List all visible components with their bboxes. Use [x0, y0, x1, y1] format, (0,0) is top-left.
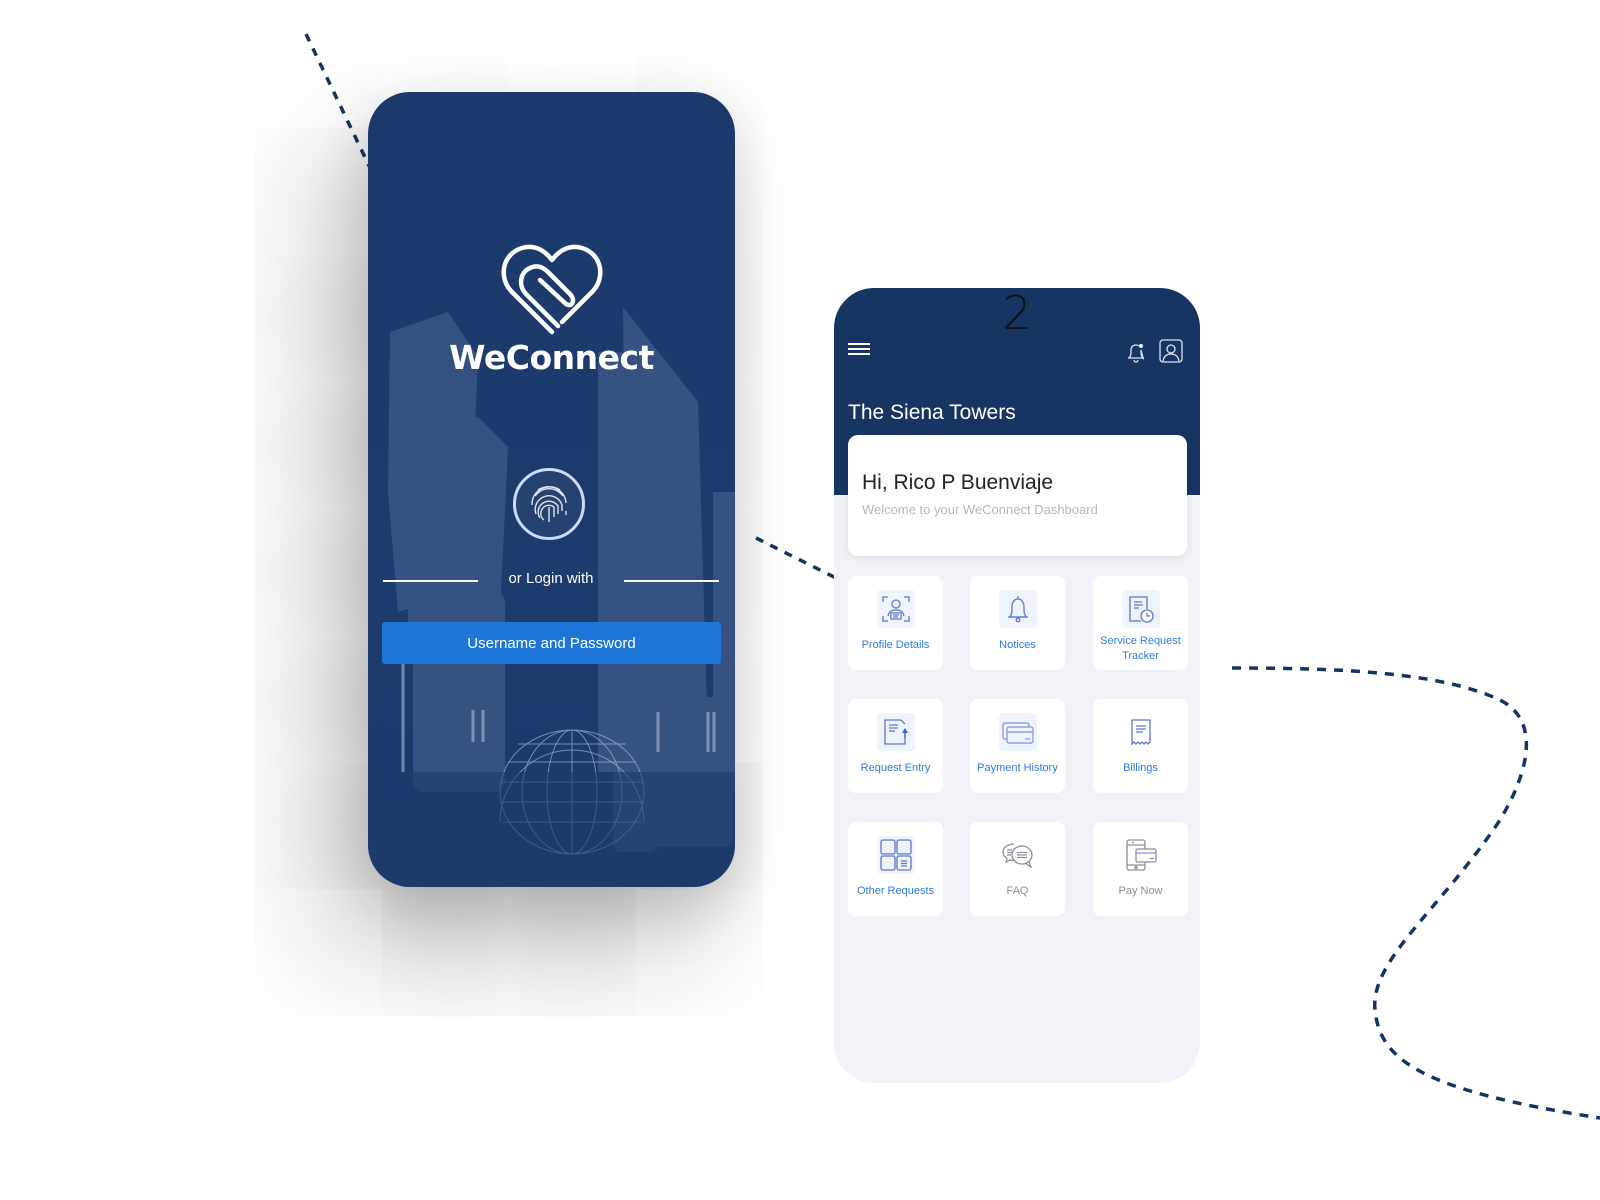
brand-name: WeConnect [449, 338, 654, 377]
divider-line-right [624, 580, 719, 582]
tile-service-request-tracker[interactable]: Service Request Tracker [1093, 576, 1188, 670]
fingerprint-login-button[interactable] [513, 468, 585, 540]
cards-icon [1002, 722, 1034, 744]
tile-request-entry[interactable]: Request Entry [848, 699, 943, 793]
profile-icon[interactable] [1158, 338, 1184, 364]
weconnect-logo: WeConnect [368, 242, 735, 377]
hamburger-menu-icon[interactable] [848, 340, 870, 358]
receipt-icon [1131, 719, 1151, 746]
tile-label: Billings [1123, 762, 1158, 774]
username-password-login-button[interactable]: Username and Password [382, 622, 721, 664]
tile-label: FAQ [1006, 885, 1029, 897]
tile-other-requests[interactable]: Other Requests [848, 822, 943, 916]
dashed-connector-lines [304, 33, 1600, 1120]
building-name: The Siena Towers [848, 401, 1016, 424]
greeting-text: Hi, Rico P Buenviaje [862, 471, 1054, 494]
tile-label: Notices [999, 639, 1036, 651]
tile-billings[interactable]: Billings [1093, 699, 1188, 793]
tile-label: Service Request Tracker [1100, 635, 1181, 662]
profile-details-icon [882, 596, 910, 622]
or-login-with-divider: or Login with [383, 570, 719, 592]
bell-icon [1008, 596, 1028, 623]
dashboard-screen: 2 The Siena Towers Hi, Rico P Buenviaje … [834, 288, 1200, 1083]
mobile-payment-icon [1126, 839, 1157, 871]
service-tracker-icon [1129, 596, 1154, 623]
grid-icon [880, 839, 912, 871]
login-screen: WeConnect or Login with Username and Pas… [368, 92, 735, 887]
tile-pay-now[interactable]: Pay Now [1093, 822, 1188, 916]
welcome-subtitle: Welcome to your WeConnect Dashboard [862, 502, 1098, 517]
fingerprint-icon [531, 486, 567, 522]
tile-payment-history[interactable]: Payment History [970, 699, 1065, 793]
tile-label: Payment History [977, 762, 1058, 774]
dashed-line-top-left [304, 33, 374, 173]
tile-label: Pay Now [1118, 885, 1163, 897]
or-login-with-text: or Login with [508, 570, 594, 587]
tile-notices[interactable]: Notices [970, 576, 1065, 670]
heart-link-logo-icon [501, 244, 602, 335]
tile-label: Profile Details [861, 639, 930, 651]
tile-faq[interactable]: FAQ [970, 822, 1065, 916]
page-number: 2 [1002, 288, 1032, 340]
notification-bell-icon[interactable] [1124, 340, 1148, 364]
tile-label: Request Entry [860, 762, 931, 774]
request-entry-icon [884, 719, 908, 745]
chat-bubbles-icon [1002, 843, 1033, 869]
welcome-card: Hi, Rico P Buenviaje Welcome to your WeC… [848, 435, 1187, 556]
tile-label: Other Requests [856, 885, 935, 897]
tile-profile-details[interactable]: Profile Details [848, 576, 943, 670]
dashed-line-right-curve [1231, 666, 1600, 1120]
